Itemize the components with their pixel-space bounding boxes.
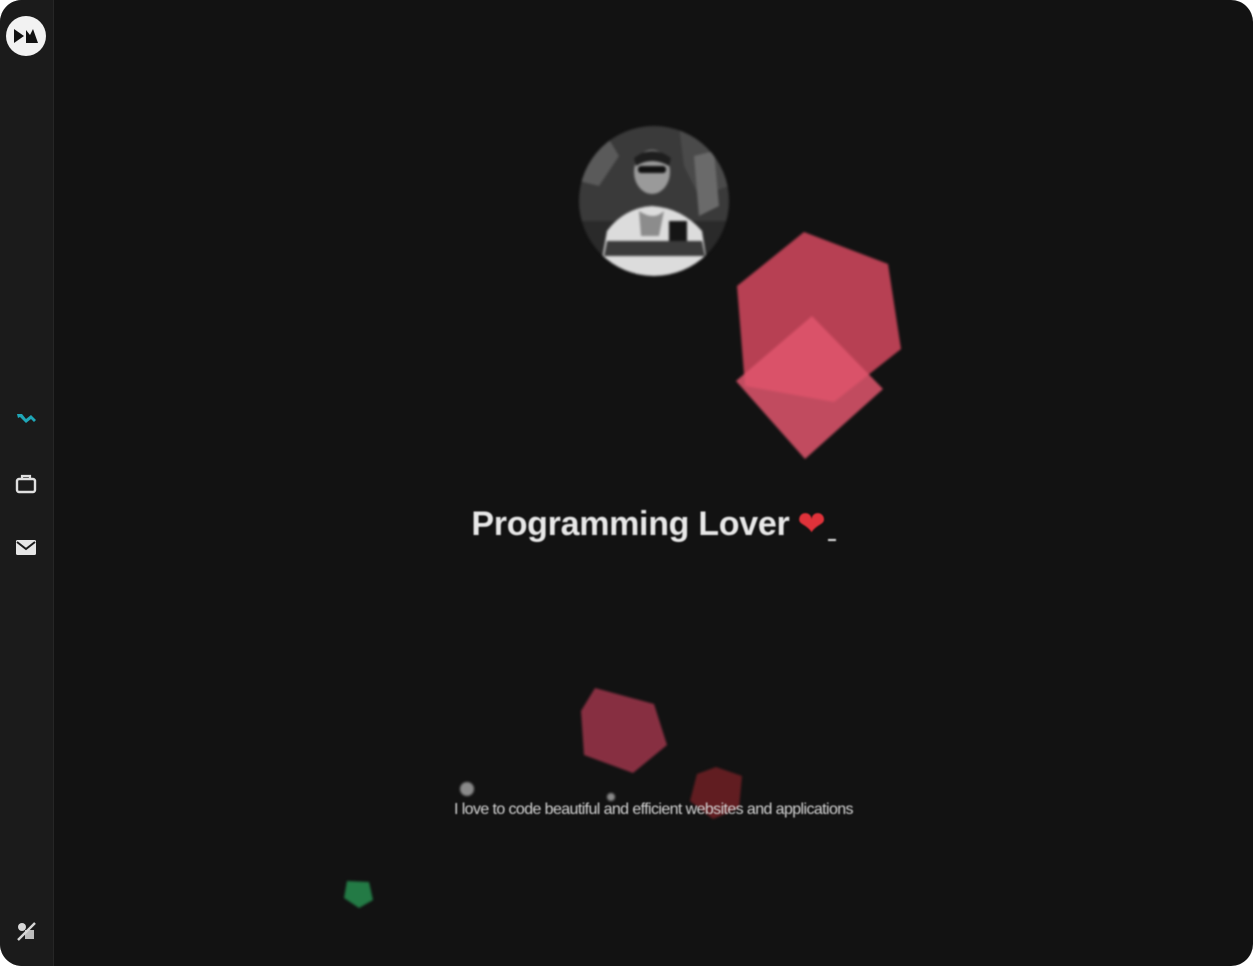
grey-dot-shape xyxy=(460,782,474,796)
theme-toggle-icon xyxy=(17,922,36,941)
mail-icon xyxy=(16,540,36,555)
grey-dot-small-shape xyxy=(607,793,615,801)
app-window: Programming Lover ❤ I love to code beauti… xyxy=(0,0,1253,966)
profile-avatar xyxy=(579,126,729,276)
home-icon xyxy=(17,414,36,423)
sidebar xyxy=(0,0,54,966)
briefcase-icon xyxy=(15,474,37,494)
theme-toggle-button[interactable] xyxy=(11,916,41,946)
typing-cursor xyxy=(827,539,836,541)
headline-text: Programming Lover xyxy=(471,505,790,543)
heart-icon: ❤ xyxy=(797,505,826,543)
logo-icon[interactable] xyxy=(6,16,46,56)
dark-red-pentagon-shape xyxy=(581,688,667,773)
hero-section: Programming Lover ❤ I love to code beauti… xyxy=(54,0,1253,966)
green-pentagon-shape xyxy=(344,881,373,908)
nav-portfolio[interactable] xyxy=(11,469,41,499)
nav-home[interactable] xyxy=(11,404,41,434)
nav-contact[interactable] xyxy=(11,532,41,562)
hero-headline: Programming Lover ❤ xyxy=(54,504,1253,544)
hero-tagline: I love to code beautiful and efficient w… xyxy=(454,801,854,818)
